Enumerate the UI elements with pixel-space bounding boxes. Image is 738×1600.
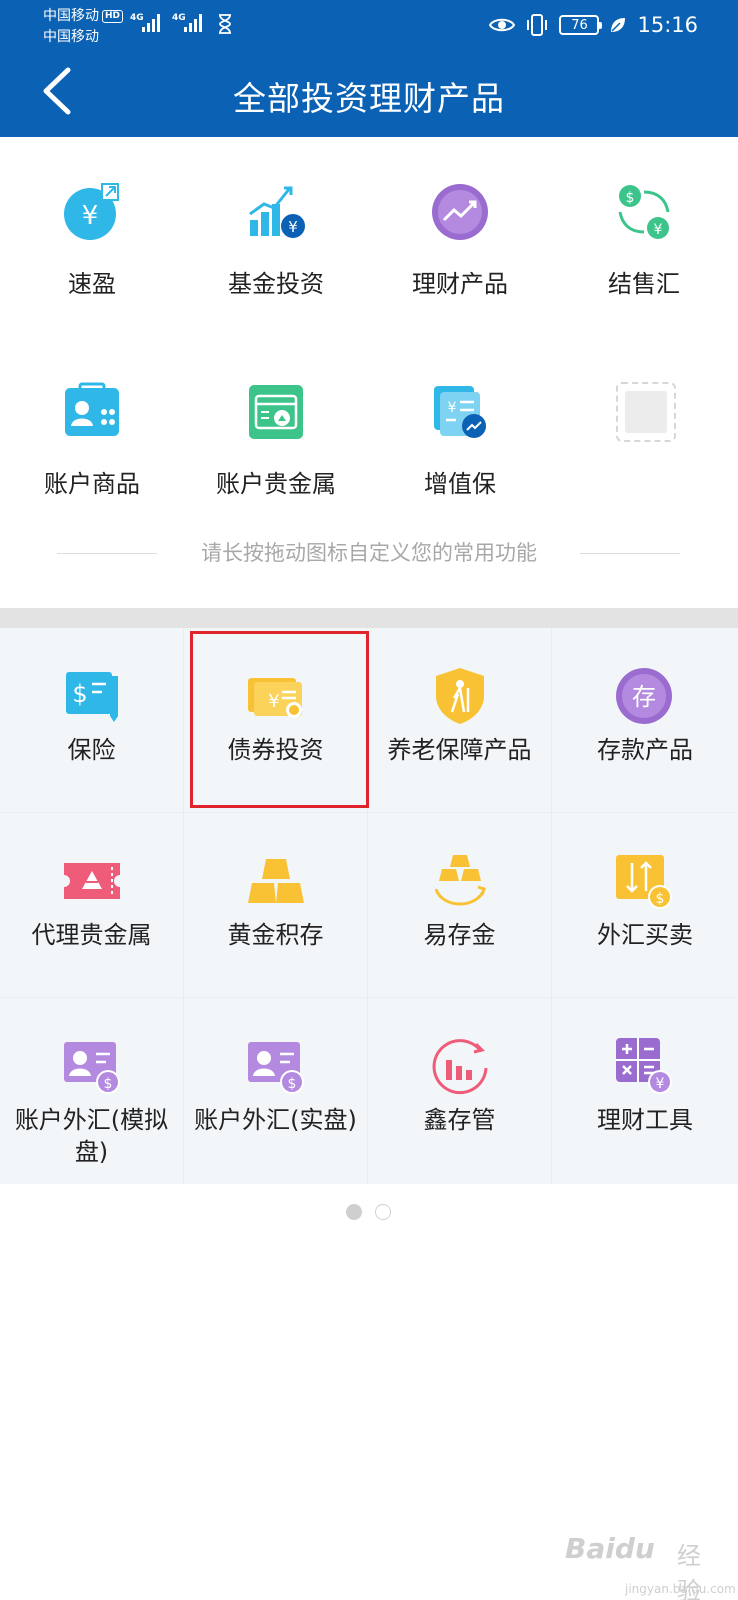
section-separator — [0, 608, 738, 628]
product-label: 理财工具 — [597, 1106, 693, 1134]
currency-exchange-icon: $ ¥ — [618, 185, 670, 239]
hint-text: 请长按拖动图标自定义您的常用功能 — [201, 541, 537, 565]
product-insurance[interactable]: $ 保险 — [0, 628, 183, 812]
fav-item-exchange[interactable]: $ ¥ 结售汇 — [552, 182, 736, 332]
precious-metal-ticket-icon — [64, 863, 120, 899]
svg-text:$: $ — [656, 891, 665, 907]
product-agency-precious-metal[interactable]: 代理贵金属 — [0, 813, 183, 997]
forex-trade-icon: $ — [616, 855, 672, 909]
document-growth-icon: ¥ — [434, 386, 486, 438]
bond-icon: ¥ — [248, 678, 302, 718]
system-status: 76 15:16 — [489, 10, 698, 40]
product-deposit[interactable]: 存 存款产品 — [552, 628, 738, 812]
fav-item-label: 理财产品 — [412, 270, 508, 298]
account-forex-live-icon: $ — [248, 1042, 304, 1094]
svg-text:¥: ¥ — [656, 1076, 665, 1092]
page-title: 全部投资理财产品 — [233, 79, 505, 118]
yuan-coin-icon: ¥ — [64, 183, 119, 240]
clock: 15:16 — [637, 13, 698, 37]
fav-item-label: 账户商品 — [44, 470, 140, 498]
product-account-forex-demo[interactable]: $ 账户外汇(模拟盘) — [0, 998, 183, 1184]
leaf-icon — [611, 18, 626, 32]
carrier-2-name: 中国移动 — [43, 29, 99, 45]
svg-text:¥: ¥ — [654, 222, 663, 238]
product-label: 养老保障产品 — [387, 736, 532, 764]
products-grid: $ 保险 ¥ 债券投资 养老保障产品 存 存款产品 代理贵金属 黄金积存 易存金… — [0, 628, 738, 1184]
product-label: 易存金 — [423, 921, 496, 949]
page-dot-1[interactable] — [346, 1204, 362, 1220]
svg-text:¥: ¥ — [288, 218, 298, 236]
product-label: 外汇买卖 — [597, 921, 693, 949]
gold-stack-cycle-icon — [434, 855, 486, 906]
svg-text:¥: ¥ — [268, 691, 279, 712]
product-gold-accumulation[interactable]: 黄金积存 — [184, 813, 367, 997]
fav-item-label: 结售汇 — [608, 270, 680, 298]
pension-shield-icon — [436, 668, 484, 724]
product-label: 存款产品 — [597, 736, 693, 764]
fav-item-label: 速盈 — [68, 270, 116, 298]
hourglass-icon — [219, 14, 231, 34]
vibrate-icon — [527, 14, 548, 36]
carrier-info: 中国移动 HD 中国移动 — [43, 6, 124, 48]
gold-bars-icon — [248, 859, 304, 903]
product-label: 鑫存管 — [423, 1106, 496, 1134]
pagination-dots — [0, 1202, 738, 1222]
fav-item-label: 基金投资 — [228, 270, 324, 298]
product-account-forex-live[interactable]: $ 账户外汇(实盘) — [184, 998, 367, 1184]
product-forex-trading[interactable]: $ 外汇买卖 — [552, 813, 738, 997]
empty-slot-placeholder[interactable] — [616, 382, 676, 442]
fav-item-wealth-products[interactable]: 理财产品 — [368, 182, 552, 332]
growth-chart-icon: ¥ — [249, 186, 305, 238]
product-xin-cun-guan[interactable]: 鑫存管 — [368, 998, 551, 1184]
product-easy-gold[interactable]: 易存金 — [368, 813, 551, 997]
bar-chart-circle-icon — [432, 1039, 488, 1095]
fav-item-label: 增值保 — [424, 470, 496, 498]
hd-badge: HD — [102, 10, 124, 23]
customize-hint: 请长按拖动图标自定义您的常用功能 — [0, 538, 738, 568]
watermark-brand: Baidu — [565, 1532, 655, 1565]
watermark-url: jingyan.baidu.com — [625, 1582, 736, 1596]
battery-icon: 76 — [559, 15, 603, 35]
svg-text:¥: ¥ — [448, 400, 457, 416]
fav-item-fund[interactable]: ¥ 基金投资 — [184, 182, 368, 332]
fav-item-account-precious-metal[interactable]: 账户贵金属 — [184, 382, 368, 532]
battery-level: 76 — [571, 17, 588, 33]
product-label: 债券投资 — [227, 736, 324, 764]
fav-item-value-added-insurance[interactable]: ¥ 增值保 — [368, 382, 552, 532]
deposit-icon: 存 — [616, 668, 672, 724]
fav-item-suying[interactable]: ¥ 速盈 — [0, 182, 184, 332]
product-finance-tools[interactable]: ¥ 理财工具 — [552, 998, 738, 1184]
svg-text:$: $ — [104, 1076, 113, 1092]
insurance-icon: $ — [66, 672, 118, 722]
product-label: 代理贵金属 — [31, 921, 152, 949]
title-bar: 中国移动 HD 中国移动 4G 4G 76 15:16 全部投资理财产品 — [0, 0, 738, 137]
product-pension[interactable]: 养老保障产品 — [368, 628, 551, 812]
product-bond-investment[interactable]: ¥ 债券投资 — [184, 628, 367, 812]
svg-text:¥: ¥ — [82, 201, 99, 231]
trend-circle-icon — [432, 184, 488, 240]
product-label: 保险 — [67, 736, 116, 764]
fav-item-label: 账户贵金属 — [216, 470, 336, 498]
calculator-icon: ¥ — [616, 1038, 672, 1094]
svg-text:存: 存 — [632, 683, 656, 711]
account-gold-icon — [249, 385, 303, 439]
product-label: 账户外汇(实盘) — [194, 1106, 357, 1134]
svg-text:$: $ — [626, 190, 635, 206]
fav-item-account-commodity[interactable]: 账户商品 — [0, 382, 184, 532]
svg-text:$: $ — [72, 680, 87, 708]
svg-text:$: $ — [288, 1076, 297, 1092]
eye-icon — [489, 18, 516, 32]
page-dot-2[interactable] — [375, 1204, 391, 1220]
account-forex-demo-icon: $ — [64, 1042, 120, 1094]
product-label: 账户外汇(模拟盘) — [14, 1106, 169, 1166]
account-card-icon — [65, 382, 119, 436]
product-label: 黄金积存 — [227, 921, 324, 949]
carrier-1-name: 中国移动 — [43, 8, 99, 24]
